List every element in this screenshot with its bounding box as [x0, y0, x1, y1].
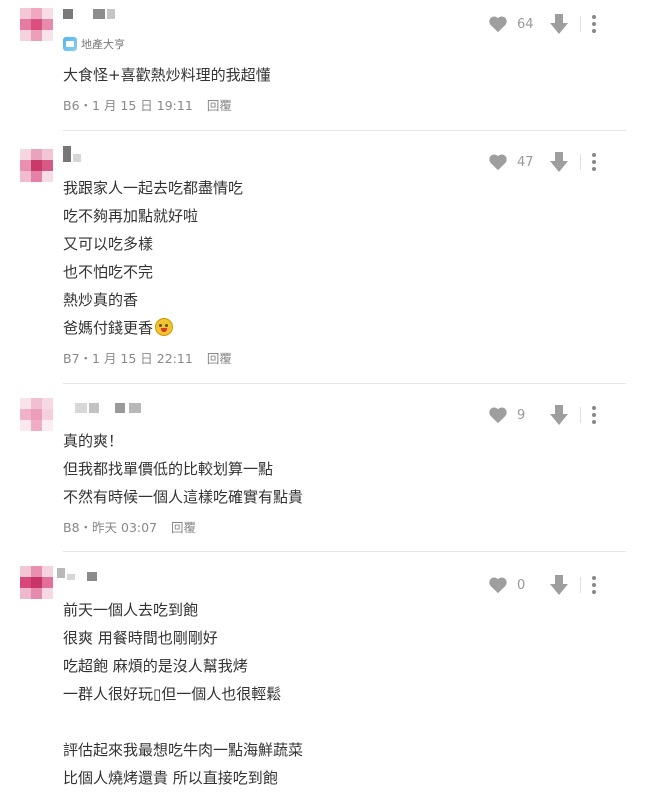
arrow-down-icon[interactable] — [550, 405, 568, 425]
comment-meta: B6・1 月 15 日 19:11 回覆 — [63, 95, 232, 114]
comment-actions: 64 — [488, 12, 628, 36]
avatar[interactable] — [20, 8, 54, 42]
heart-icon[interactable] — [488, 406, 508, 424]
more-vertical-icon[interactable] — [591, 15, 597, 33]
comment-meta: B7・1 月 15 日 22:11 回覆 — [63, 348, 232, 367]
comment-actions: 47 — [488, 150, 628, 174]
divider — [580, 577, 581, 593]
like-count: 47 — [517, 154, 534, 170]
floor-time: B7・1 月 15 日 22:11 — [63, 351, 193, 366]
comment-body: 真的爽！ 但我都找單價低的比較划算一點 不然有時候一個人這樣吃確實有點貴 — [63, 427, 303, 511]
comment-line: 也不怕吃不完 — [63, 263, 154, 281]
comment-body: 前天一個人去吃到飽 很爽 用餐時間也剛剛好 吃超飽 麻煩的是沒人幫我烤 一群人很… — [63, 596, 303, 792]
avatar[interactable] — [20, 398, 54, 432]
comment-actions: 9 — [488, 403, 628, 427]
heart-icon[interactable] — [488, 15, 508, 33]
author-name[interactable] — [57, 568, 101, 581]
comment-line: 一群人很好玩▯但一個人也很輕鬆 — [63, 685, 282, 703]
comment-line: 吃不夠再加點就好啦 — [63, 207, 199, 225]
arrow-down-icon[interactable] — [550, 575, 568, 595]
reply-button[interactable]: 回覆 — [171, 520, 196, 535]
comment-line: 評估起來我最想吃牛肉一點海鮮蔬菜 — [63, 741, 304, 759]
comment-body: 我跟家人一起去吃都盡情吃 吃不夠再加點就好啦 又可以吃多樣 也不怕吃不完 熱炒真… — [63, 174, 243, 342]
comment-body: 大食怪+喜歡熱炒料理的我超懂 — [63, 61, 271, 89]
author-name[interactable] — [63, 146, 87, 162]
heart-icon[interactable] — [488, 153, 508, 171]
comment-line: 很爽 用餐時間也剛剛好 — [63, 629, 218, 647]
reply-button[interactable]: 回覆 — [207, 351, 232, 366]
user-badge[interactable]: 地產大亨 — [63, 36, 125, 52]
author-name[interactable] — [63, 9, 123, 21]
comment-divider — [63, 383, 626, 384]
comment-meta: B8・昨天 03:07 回覆 — [63, 517, 196, 536]
comment-line: 熱炒真的香 — [63, 291, 139, 309]
floor-time: B8・昨天 03:07 — [63, 520, 158, 535]
badge-icon — [63, 37, 77, 51]
more-vertical-icon[interactable] — [591, 406, 597, 424]
comment-divider — [63, 551, 626, 552]
comment-line: 我跟家人一起去吃都盡情吃 — [63, 179, 244, 197]
comment-text: 爸媽付錢更香 — [63, 319, 154, 337]
divider — [580, 154, 581, 170]
comment-divider — [63, 130, 626, 131]
more-vertical-icon[interactable] — [591, 576, 597, 594]
divider — [580, 16, 581, 32]
author-name[interactable] — [63, 403, 147, 415]
floor-time: B6・1 月 15 日 19:11 — [63, 98, 193, 113]
like-count: 9 — [517, 407, 526, 423]
more-vertical-icon[interactable] — [591, 153, 597, 171]
comment-line — [63, 708, 303, 736]
reply-button[interactable]: 回覆 — [207, 98, 232, 113]
arrow-down-icon[interactable] — [550, 152, 568, 172]
heart-icon[interactable] — [488, 576, 508, 594]
like-count: 0 — [517, 577, 526, 593]
arrow-down-icon[interactable] — [550, 14, 568, 34]
comment-line: 大食怪+喜歡熱炒料理的我超懂 — [63, 66, 271, 84]
avatar[interactable] — [20, 566, 54, 600]
comment-line: 但我都找單價低的比較划算一點 — [63, 460, 274, 478]
comment-line: 真的爽！ — [63, 432, 124, 450]
comment-line: 爸媽付錢更香 — [63, 314, 243, 342]
comment-line: 不然有時候一個人這樣吃確實有點貴 — [63, 488, 304, 506]
smile-emoji-icon — [155, 318, 174, 336]
comment-actions: 0 — [488, 573, 628, 597]
like-count: 64 — [517, 16, 534, 32]
badge-label: 地產大亨 — [81, 38, 125, 51]
divider — [580, 407, 581, 423]
comment-line: 比個人燒烤還貴 所以直接吃到飽 — [63, 769, 278, 787]
comment-line: 前天一個人去吃到飽 — [63, 601, 199, 619]
avatar[interactable] — [20, 149, 54, 183]
comment-line: 又可以吃多樣 — [63, 235, 154, 253]
comment-line: 吃超飽 麻煩的是沒人幫我烤 — [63, 657, 248, 675]
